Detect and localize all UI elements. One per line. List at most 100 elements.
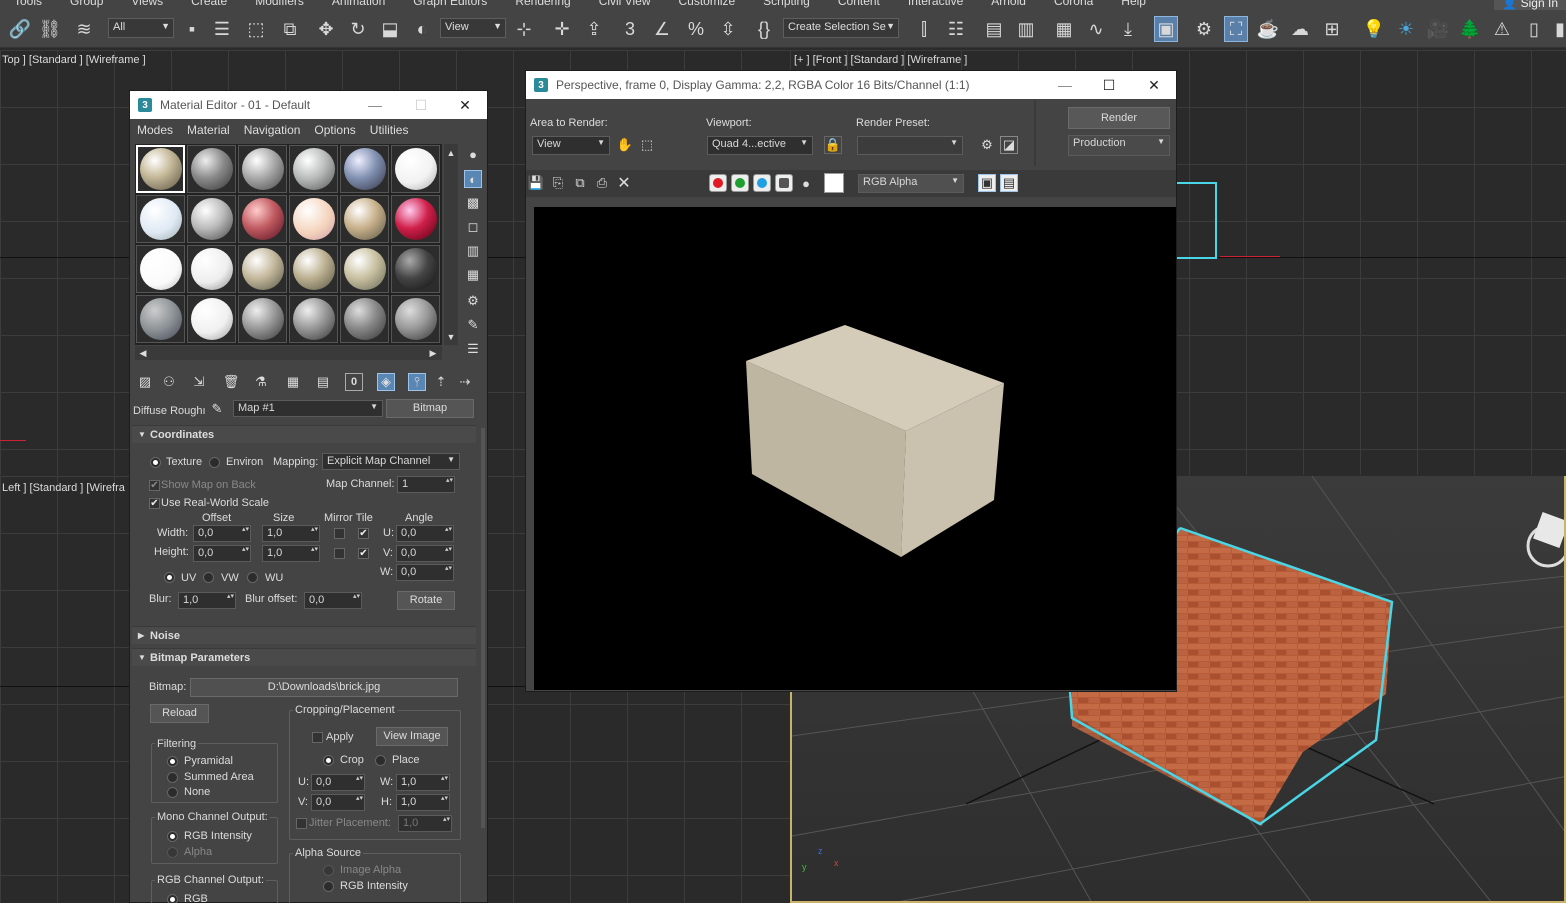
select-manipulate-icon[interactable]: ✛: [550, 16, 574, 42]
lightbulb-icon[interactable]: 💡: [1362, 16, 1386, 42]
pyramidal-radio[interactable]: [167, 756, 178, 767]
sample-slot[interactable]: [340, 195, 389, 243]
map-name-dropdown[interactable]: Map #1 ▼: [233, 400, 383, 417]
menu-utilities[interactable]: Utilities: [363, 123, 416, 137]
sample-slot[interactable]: [391, 245, 440, 293]
save-image-icon[interactable]: 💾: [527, 174, 545, 192]
angle-w-field[interactable]: 0,0: [396, 564, 454, 581]
scroll-left-icon[interactable]: ◀: [134, 344, 152, 362]
rotate-button[interactable]: Rotate: [397, 591, 455, 610]
place-icon[interactable]: ◐: [410, 16, 434, 42]
window-crossing-icon[interactable]: ⧉: [278, 16, 302, 42]
copy-image-icon[interactable]: ⎘: [549, 174, 567, 192]
viewport-top-label[interactable]: Top ] [Standard ] [Wireframe ]: [2, 54, 146, 66]
menu-arnold[interactable]: Arnold: [977, 0, 1040, 10]
show-end-result-icon[interactable]: ⫯: [408, 373, 426, 391]
reload-button[interactable]: Reload: [150, 704, 209, 723]
slot-vertical-scrollbar[interactable]: [444, 144, 458, 345]
mono-alpha-radio[interactable]: [167, 847, 178, 858]
menu-civil-view[interactable]: Civil View: [585, 0, 665, 10]
view-image-button[interactable]: View Image: [376, 727, 448, 746]
sample-slot[interactable]: [238, 145, 287, 193]
scroll-down-icon[interactable]: ▼: [442, 328, 460, 346]
material-editor-titlebar[interactable]: 3 Material Editor - 01 - Default — ☐ ✕: [130, 91, 487, 119]
scroll-right-icon[interactable]: ▶: [424, 344, 442, 362]
mono-rgb-intensity-radio[interactable]: [167, 831, 178, 842]
place-radio[interactable]: [375, 755, 386, 766]
sample-slot[interactable]: [340, 245, 389, 293]
rgb-radio[interactable]: [167, 894, 178, 903]
scroll-up-icon[interactable]: ▲: [442, 144, 460, 162]
render-production-icon[interactable]: ☕: [1256, 16, 1280, 42]
sample-slot[interactable]: [136, 245, 185, 293]
sample-slot[interactable]: [238, 295, 287, 343]
crop-u-field[interactable]: 0,0: [311, 774, 365, 791]
menu-options[interactable]: Options: [307, 123, 362, 137]
menu-tools[interactable]: Tools: [0, 0, 56, 10]
clear-icon[interactable]: ✕: [615, 174, 633, 192]
rendered-frame-window-icon[interactable]: ⛶: [1224, 16, 1248, 42]
backlight-icon[interactable]: ◐: [464, 170, 482, 188]
toggle-ribbon-icon[interactable]: ▥: [1014, 16, 1038, 42]
material-id-icon[interactable]: ▤: [314, 373, 332, 391]
sample-slot[interactable]: [187, 195, 236, 243]
percent-snap-icon[interactable]: %: [684, 16, 708, 42]
schematic-view-icon[interactable]: ⤓: [1116, 16, 1140, 42]
print-image-icon[interactable]: ⎙: [593, 174, 611, 192]
sample-slot[interactable]: [289, 295, 338, 343]
get-material-icon[interactable]: ▨: [136, 373, 154, 391]
height-size-field[interactable]: 1,0: [262, 545, 320, 562]
toggle-ui-icon[interactable]: ▤: [1000, 174, 1018, 192]
sample-slot[interactable]: [340, 295, 389, 343]
sample-slot[interactable]: [391, 195, 440, 243]
vw-radio[interactable]: [203, 572, 214, 583]
render-frame-titlebar[interactable]: 3 Perspective, frame 0, Display Gamma: 2…: [526, 71, 1176, 99]
tile-v-checkbox[interactable]: ✔: [358, 548, 369, 559]
mirror-u-checkbox[interactable]: [334, 528, 345, 539]
texture-radio[interactable]: [150, 457, 161, 468]
viewcube[interactable]: [1533, 512, 1566, 548]
render-preset-dropdown[interactable]: ▼: [857, 136, 963, 155]
green-channel-icon[interactable]: [731, 174, 749, 192]
book-icon[interactable]: ▯: [1522, 16, 1546, 42]
scale-icon[interactable]: ⬓: [378, 16, 402, 42]
scene-explorer-icon[interactable]: ▦: [1052, 16, 1076, 42]
select-object-icon[interactable]: ▪: [180, 16, 204, 42]
options-icon[interactable]: ⚙: [464, 292, 482, 310]
sample-slot[interactable]: [289, 145, 338, 193]
mirror-icon[interactable]: ⫿: [912, 16, 936, 42]
jitter-field[interactable]: 1,0: [398, 815, 452, 832]
width-offset-field[interactable]: 0,0: [193, 525, 251, 542]
angle-snap-icon[interactable]: ∠: [650, 16, 674, 42]
bind-space-warp-icon[interactable]: ≋: [72, 16, 96, 42]
eyedropper-icon[interactable]: ✎: [208, 400, 226, 418]
lock-icon[interactable]: 🔒: [824, 136, 842, 154]
named-selection-dropdown[interactable]: Create Selection Se ▼: [783, 18, 899, 38]
wu-radio[interactable]: [247, 572, 258, 583]
menu-navigation[interactable]: Navigation: [237, 123, 308, 137]
width-size-field[interactable]: 1,0: [262, 525, 320, 542]
show-map-in-viewport-icon[interactable]: ◈: [377, 373, 395, 391]
uv-radio[interactable]: [164, 572, 175, 583]
put-to-library-icon[interactable]: ▦: [284, 373, 302, 391]
tile-u-checkbox[interactable]: ✔: [358, 528, 369, 539]
menu-rendering[interactable]: Rendering: [501, 0, 584, 10]
selection-filter-dropdown[interactable]: All ▼: [108, 18, 174, 38]
map-type-button[interactable]: Bitmap: [386, 399, 474, 418]
material-map-navigator-icon[interactable]: ☰: [464, 340, 482, 358]
menu-views[interactable]: Views: [117, 0, 177, 10]
mapping-dropdown[interactable]: Explicit Map Channel ▼: [322, 453, 460, 470]
render-setup-icon[interactable]: ⚙: [978, 136, 996, 154]
unlink-icon[interactable]: ⛓: [38, 16, 62, 42]
minimize-icon[interactable]: —: [352, 91, 398, 119]
rotate-icon[interactable]: ↻: [346, 16, 370, 42]
alpha-rgb-intensity-radio[interactable]: [323, 881, 334, 892]
coordinates-rollout-header[interactable]: ▼ Coordinates: [132, 425, 476, 443]
sample-slot[interactable]: [238, 195, 287, 243]
overflow-icon[interactable]: ▮: [1548, 16, 1566, 42]
material-id-channel-icon[interactable]: 0: [345, 373, 363, 391]
sun-icon[interactable]: ☀: [1394, 16, 1418, 42]
link-icon[interactable]: 🔗: [8, 16, 32, 42]
assign-to-selection-icon[interactable]: ⇲: [190, 373, 208, 391]
alpha-channel-icon[interactable]: [775, 174, 793, 192]
